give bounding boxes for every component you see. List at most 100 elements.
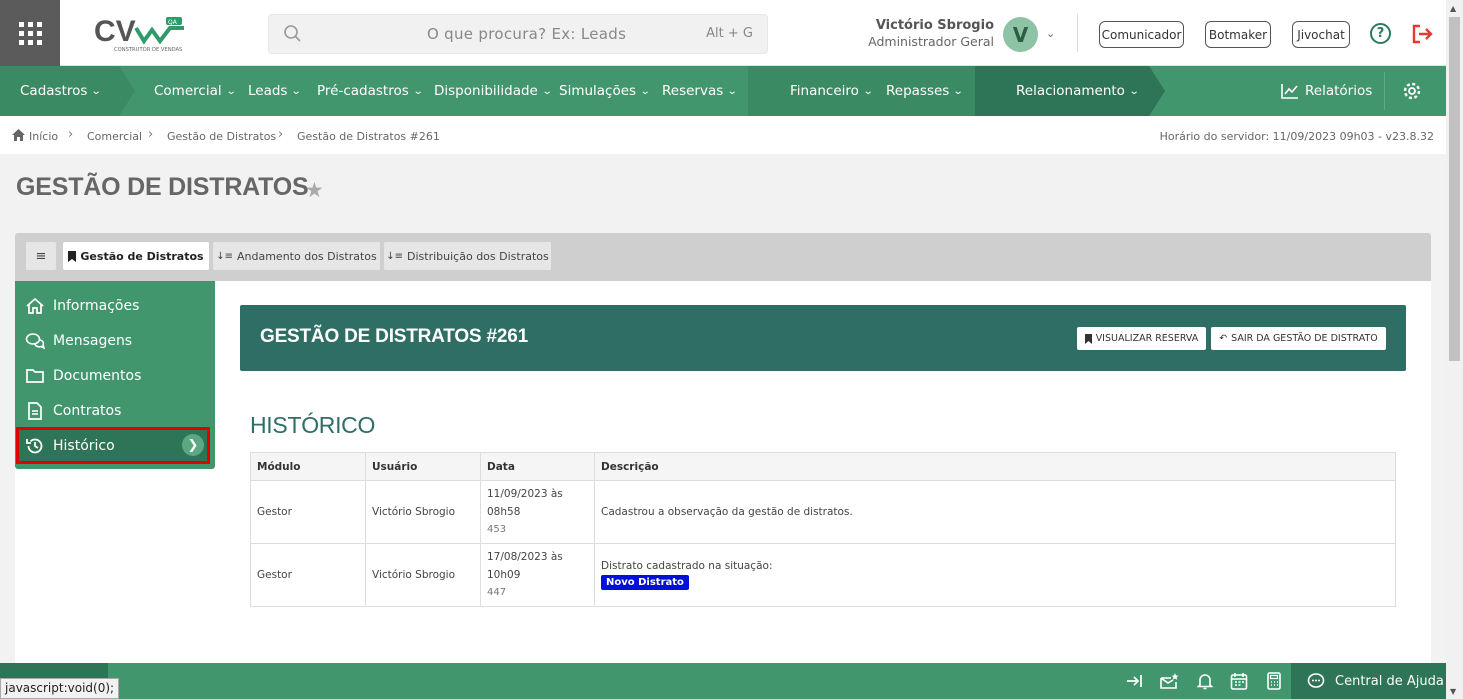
cell-descricao: Distrato cadastrado na situação: Novo Di… — [594, 543, 1396, 607]
table-row: Gestor Victório Sbrogio 11/09/2023 às 08… — [250, 480, 1396, 544]
gear-icon[interactable] — [1402, 81, 1422, 101]
scroll-down-icon[interactable]: ▼ — [1450, 687, 1456, 696]
chevron-down-icon: ⌄ — [862, 85, 874, 97]
mail-star-icon[interactable] — [1159, 671, 1179, 691]
search-icon — [284, 25, 301, 42]
app-menu-button[interactable] — [0, 0, 60, 66]
bell-icon[interactable] — [1195, 671, 1215, 691]
home-icon — [26, 297, 44, 314]
table-row: Gestor Victório Sbrogio 17/08/2023 às 10… — [250, 543, 1396, 607]
home-icon[interactable] — [12, 129, 25, 141]
search-input[interactable]: O que procura? Ex: Leads Alt + G — [268, 14, 768, 54]
server-time: Horário do servidor: 11/09/2023 09h03 - … — [1159, 130, 1434, 143]
chevron-down-icon: ⌄ — [91, 85, 103, 97]
nav-relacionamento[interactable]: Relacionamento ⌄ — [1016, 66, 1140, 116]
breadcrumb-comercial[interactable]: Comercial — [87, 130, 142, 143]
tab-bar: ≡ Gestão de Distratos ↓≡ Andamento dos D… — [15, 233, 1431, 281]
section-title: HISTÓRICO — [250, 412, 376, 438]
calculator-icon[interactable] — [1264, 671, 1284, 691]
nav-repasses[interactable]: Repasses ⌄ — [886, 66, 964, 116]
chevron-right-icon: › — [148, 127, 154, 142]
cell-usuario: Victório Sbrogio — [365, 480, 481, 544]
cell-data: 17/08/2023 às 10h09 447 — [480, 543, 595, 607]
main-nav: Cadastros ⌄ Comercial ⌄ Leads ⌄ Pré-cadastr… — [0, 66, 1446, 116]
nav-disponibilidade[interactable]: Disponibilidade ⌄ — [434, 66, 553, 116]
breadcrumb-gestao[interactable]: Gestão de Distratos — [167, 130, 276, 143]
tab-andamento[interactable]: ↓≡ Andamento dos Distratos — [213, 242, 380, 270]
nav-simulacoes[interactable]: Simulações ⌄ — [559, 66, 651, 116]
tab-gestao-distratos[interactable]: Gestão de Distratos — [63, 242, 209, 270]
scrollbar-thumb[interactable] — [1449, 17, 1460, 361]
column-header[interactable]: Módulo — [250, 452, 366, 481]
divider — [1077, 14, 1078, 52]
bookmark-icon — [68, 250, 77, 262]
nav-relatorios[interactable]: Relatórios — [1281, 66, 1372, 116]
botmaker-button[interactable]: Botmaker — [1205, 21, 1271, 48]
sidebar-item-contratos[interactable]: Contratos — [15, 393, 215, 428]
help-icon[interactable]: ? — [1370, 23, 1391, 44]
cell-descricao: Cadastrou a observação da gestão de dist… — [594, 480, 1396, 544]
central-ajuda-button[interactable]: Central de Ajuda — [1291, 663, 1446, 699]
logo-badge: QA — [168, 19, 178, 26]
breadcrumb-current: Gestão de Distratos #261 — [297, 130, 440, 143]
chevron-down-icon: ⌄ — [953, 85, 964, 97]
chevron-down-icon: ⌄ — [1128, 85, 1140, 97]
user-name[interactable]: Victório Sbrogio — [872, 18, 994, 33]
column-header[interactable]: Usuário — [365, 452, 481, 481]
visualizar-reserva-button[interactable]: VISUALIZAR RESERVA — [1077, 327, 1206, 350]
page-title: GESTÃO DE DISTRATOS — [16, 173, 309, 201]
breadcrumb: Início › Comercial › Gestão de Distratos… — [0, 116, 1446, 154]
reply-icon: ↶ — [1219, 333, 1228, 344]
nav-cadastros[interactable]: Cadastros ⌄ — [20, 66, 103, 116]
sidebar-item-mensagens[interactable]: Mensagens — [15, 323, 215, 358]
chevron-down-icon: ⌄ — [225, 85, 237, 97]
jivochat-button[interactable]: Jivochat — [1292, 21, 1350, 48]
history-icon — [26, 438, 43, 453]
scroll-up-icon[interactable]: ▲ — [1450, 4, 1456, 13]
collapse-icon[interactable] — [1125, 671, 1145, 691]
sair-gestao-button[interactable]: ↶ SAIR DA GESTÃO DE DISTRATO — [1211, 327, 1386, 350]
logout-icon[interactable] — [1410, 22, 1434, 46]
chevron-down-icon: ⌄ — [541, 85, 553, 97]
sort-icon: ↓≡ — [386, 250, 404, 262]
history-table: Módulo Usuário Data Descrição Gestor Vic… — [250, 452, 1396, 607]
chart-icon — [1281, 84, 1298, 99]
chevron-right-icon: › — [68, 127, 74, 142]
star-icon[interactable]: ★ — [305, 178, 324, 202]
chevron-down-icon: ⌄ — [412, 85, 424, 97]
chat-icon — [25, 332, 45, 349]
calendar-icon[interactable] — [1229, 671, 1249, 691]
sort-icon: ↓≡ — [216, 250, 233, 262]
sidebar-item-documentos[interactable]: Documentos — [15, 358, 215, 393]
comunicador-button[interactable]: Comunicador — [1099, 21, 1184, 48]
hamburger-icon: ≡ — [35, 248, 47, 264]
logo-tagline: CONSTRUTOR DE VENDAS — [114, 47, 182, 53]
nav-comercial[interactable]: Comercial ⌄ — [154, 66, 237, 116]
tab-distribuicao[interactable]: ↓≡ Distribuição dos Distratos — [384, 242, 551, 270]
menu-toggle-button[interactable]: ≡ — [26, 242, 56, 270]
sidebar-item-informacoes[interactable]: Informações — [15, 288, 215, 323]
table-header: Módulo Usuário Data Descrição — [250, 452, 1396, 481]
chevron-right-icon: ❯ — [182, 434, 204, 456]
nav-leads[interactable]: Leads ⌄ — [248, 66, 302, 116]
chat-bubble-icon — [1307, 673, 1325, 688]
nav-reservas[interactable]: Reservas ⌄ — [662, 66, 738, 116]
breadcrumb-inicio[interactable]: Início — [29, 130, 58, 143]
record-id: 453 — [487, 524, 507, 535]
logo[interactable]: CV QA CONSTRUTOR DE VENDAS — [92, 14, 192, 54]
record-id: 447 — [487, 587, 507, 598]
chevron-down-icon: ⌄ — [639, 85, 651, 97]
document-icon — [28, 401, 42, 420]
chevron-down-icon[interactable]: ⌄ — [1046, 27, 1055, 40]
cell-usuario: Victório Sbrogio — [365, 543, 481, 607]
column-header[interactable]: Data — [480, 452, 595, 481]
user-role: Administrador Geral — [868, 34, 994, 49]
nav-financeiro[interactable]: Financeiro ⌄ — [790, 66, 874, 116]
nav-pre-cadastros[interactable]: Pré-cadastros ⌄ — [317, 66, 424, 116]
column-header[interactable]: Descrição — [594, 452, 1396, 481]
sidebar-item-historico[interactable]: Histórico — [16, 427, 210, 464]
avatar[interactable]: V — [1003, 17, 1038, 52]
search-shortcut: Alt + G — [706, 26, 753, 41]
cell-modulo: Gestor — [250, 543, 366, 607]
logo-brand: CV — [94, 15, 136, 48]
